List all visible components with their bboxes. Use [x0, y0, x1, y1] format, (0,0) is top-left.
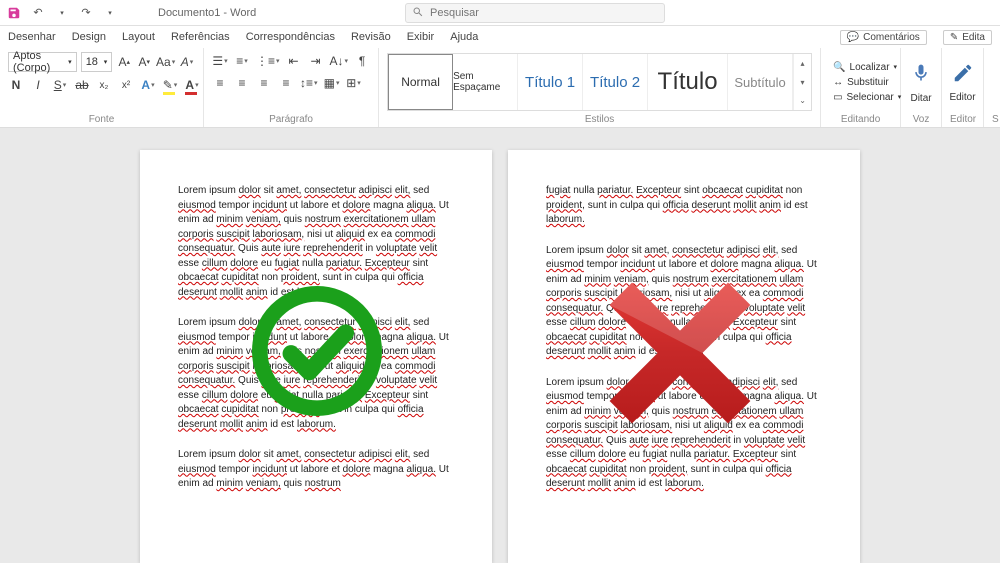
tab-ajuda[interactable]: Ajuda: [450, 31, 478, 43]
styles-gallery-scroll[interactable]: ▴▾⌄: [793, 54, 811, 110]
pencil-icon: ✎: [950, 32, 958, 43]
paragraph[interactable]: Lorem ipsum dolor sit amet, consectetur …: [178, 184, 454, 300]
search-icon: [412, 6, 424, 21]
clear-formatting-icon[interactable]: A: [179, 53, 195, 71]
shading-icon[interactable]: ▦: [324, 74, 340, 92]
group-label-paragraph: Parágrafo: [212, 112, 370, 125]
paragraph[interactable]: Lorem ipsum dolor sit amet, consectetur …: [546, 376, 822, 492]
style-titulo2[interactable]: Título 2: [583, 54, 648, 110]
edit-button[interactable]: ✎ Edita: [943, 30, 992, 45]
style-sem-espacamento[interactable]: Sem Espaçame: [453, 54, 518, 110]
redo-icon[interactable]: ↷: [78, 5, 94, 21]
editor-button[interactable]: Editor: [950, 52, 975, 112]
editor-icon: [952, 62, 974, 90]
align-right-icon[interactable]: ≡: [256, 74, 272, 92]
sort-icon[interactable]: A↓: [330, 52, 349, 70]
document-area: Lorem ipsum dolor sit amet, consectetur …: [0, 128, 1000, 563]
strikethrough-icon[interactable]: ab: [74, 76, 90, 94]
bullets-icon[interactable]: ☰: [212, 52, 228, 70]
grow-font-icon[interactable]: A▴: [116, 53, 132, 71]
style-normal[interactable]: Normal: [388, 54, 453, 110]
quick-access-toolbar: ↶ ▾ ↷ ▾: [6, 5, 118, 21]
decrease-indent-icon[interactable]: ⇤: [286, 52, 302, 70]
undo-dropdown-icon[interactable]: ▾: [54, 5, 70, 21]
tab-exibir[interactable]: Exibir: [407, 31, 435, 43]
comments-button[interactable]: 💬 Comentários: [840, 30, 927, 45]
increase-indent-icon[interactable]: ⇥: [308, 52, 324, 70]
italic-icon[interactable]: I: [30, 76, 46, 94]
style-subtitulo[interactable]: Subtítulo: [728, 54, 793, 110]
group-s: S: [984, 48, 1000, 127]
bold-icon[interactable]: N: [8, 76, 24, 94]
page-2[interactable]: fugiat nulla pariatur. Excepteur sint ob…: [508, 150, 860, 563]
paragraph[interactable]: fugiat nulla pariatur. Excepteur sint ob…: [546, 184, 822, 228]
tab-desenhar[interactable]: Desenhar: [8, 31, 56, 43]
underline-icon[interactable]: S: [52, 76, 68, 94]
replace-button[interactable]: ↔Substituir: [829, 76, 892, 89]
change-case-icon[interactable]: Aa: [156, 53, 175, 71]
group-paragraph: ☰ ≡ ⋮≡ ⇤ ⇥ A↓ ¶ ≡ ≡ ≡ ≡ ↕≡ ▦ ⊞ Parágrafo: [204, 48, 379, 127]
group-voice: Ditar Voz: [901, 48, 942, 127]
borders-icon[interactable]: ⊞: [346, 74, 362, 92]
paragraph[interactable]: Lorem ipsum dolor sit amet, consectetur …: [178, 448, 454, 492]
group-label-editing: Editando: [829, 112, 892, 125]
select-button[interactable]: ▭Selecionar▾: [829, 91, 892, 104]
ribbon-tabs: Desenhar Design Layout Referências Corre…: [0, 26, 1000, 48]
paragraph[interactable]: Lorem ipsum dolor sit amet, consectetur …: [178, 316, 454, 432]
document-title: Documento1 - Word: [158, 7, 256, 19]
title-bar: ↶ ▾ ↷ ▾ Documento1 - Word: [0, 0, 1000, 26]
highlight-icon[interactable]: ✎: [162, 76, 178, 94]
undo-icon[interactable]: ↶: [30, 5, 46, 21]
superscript-icon[interactable]: x²: [118, 76, 134, 94]
font-color-icon[interactable]: A: [184, 76, 200, 94]
group-label-editor: Editor: [950, 112, 975, 125]
font-size-combo[interactable]: 18▾: [81, 52, 113, 72]
line-spacing-icon[interactable]: ↕≡: [300, 74, 318, 92]
show-marks-icon[interactable]: ¶: [354, 52, 370, 70]
find-button[interactable]: 🔍Localizar▾: [829, 61, 892, 74]
text-effects-icon[interactable]: A: [140, 76, 156, 94]
tab-referencias[interactable]: Referências: [171, 31, 230, 43]
qat-customize-icon[interactable]: ▾: [102, 5, 118, 21]
group-editing: 🔍Localizar▾ ↔Substituir ▭Selecionar▾ Edi…: [821, 48, 901, 127]
style-titulo[interactable]: Título: [648, 54, 728, 110]
multilevel-icon[interactable]: ⋮≡: [256, 52, 280, 70]
group-editor: Editor Editor: [942, 48, 984, 127]
align-left-icon[interactable]: ≡: [212, 74, 228, 92]
group-label-font: Fonte: [8, 112, 195, 125]
tab-design[interactable]: Design: [72, 31, 106, 43]
replace-icon: ↔: [833, 77, 843, 88]
subscript-icon[interactable]: x₂: [96, 76, 112, 94]
style-titulo1[interactable]: Título 1: [518, 54, 583, 110]
ribbon: Aptos (Corpo)▾ 18▾ A▴ A▾ Aa A N I S ab x…: [0, 48, 1000, 128]
mic-icon: [911, 61, 931, 91]
numbering-icon[interactable]: ≡: [234, 52, 250, 70]
font-name-combo[interactable]: Aptos (Corpo)▾: [8, 52, 77, 72]
paragraph[interactable]: Lorem ipsum dolor sit amet, consectetur …: [546, 244, 822, 360]
group-font: Aptos (Corpo)▾ 18▾ A▴ A▾ Aa A N I S ab x…: [0, 48, 204, 127]
group-label-voice: Voz: [909, 112, 933, 125]
search-box[interactable]: [405, 3, 665, 23]
justify-icon[interactable]: ≡: [278, 74, 294, 92]
save-icon[interactable]: [6, 5, 22, 21]
align-center-icon[interactable]: ≡: [234, 74, 250, 92]
find-icon: 🔍: [833, 62, 845, 73]
group-styles: Normal Sem Espaçame Título 1 Título 2 Tí…: [379, 48, 821, 127]
group-label-styles: Estilos: [387, 112, 812, 125]
select-icon: ▭: [833, 92, 842, 103]
shrink-font-icon[interactable]: A▾: [136, 53, 152, 71]
comment-icon: 💬: [847, 32, 859, 43]
dictate-button[interactable]: Ditar: [909, 52, 933, 112]
tab-revisao[interactable]: Revisão: [351, 31, 391, 43]
search-input[interactable]: [430, 7, 658, 19]
tab-correspondencias[interactable]: Correspondências: [246, 31, 335, 43]
tab-layout[interactable]: Layout: [122, 31, 155, 43]
styles-gallery: Normal Sem Espaçame Título 1 Título 2 Tí…: [387, 53, 812, 111]
page-1[interactable]: Lorem ipsum dolor sit amet, consectetur …: [140, 150, 492, 563]
